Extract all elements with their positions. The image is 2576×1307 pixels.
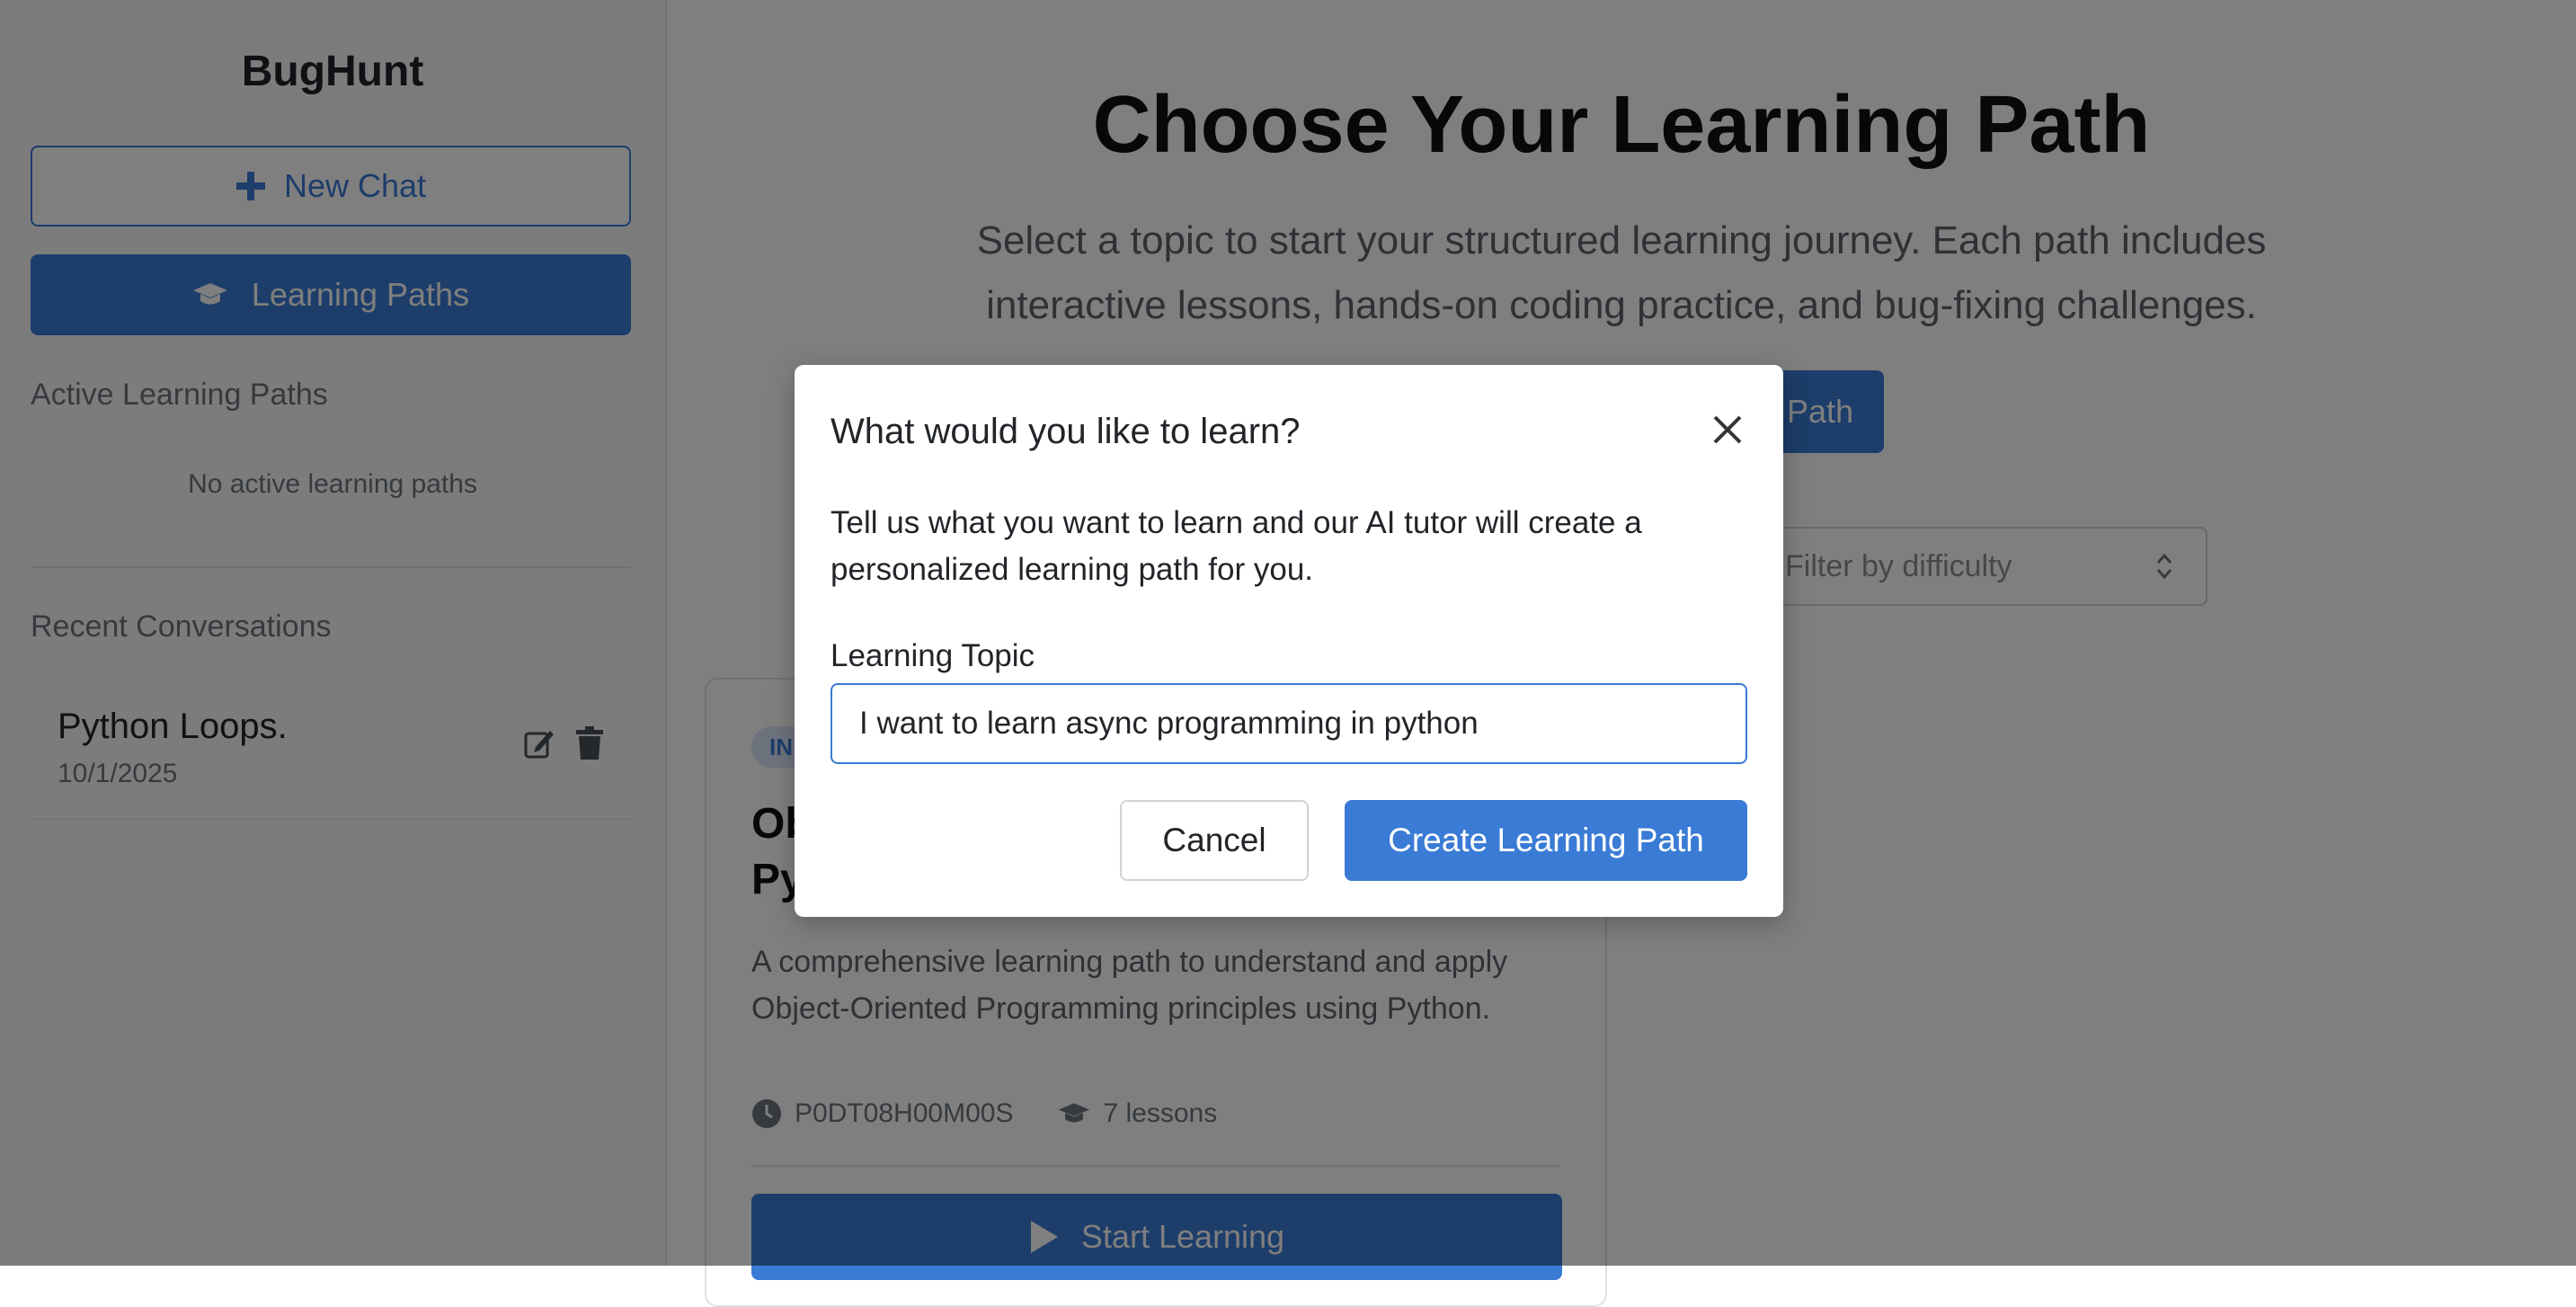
modal-description: Tell us what you want to learn and our A…	[831, 505, 1642, 587]
modal-title: What would you like to learn?	[831, 412, 1301, 451]
create-learning-path-button[interactable]: Create Learning Path	[1345, 800, 1747, 881]
cancel-button[interactable]: Cancel	[1120, 800, 1309, 881]
learn-topic-modal: What would you like to learn? Tell us wh…	[795, 365, 1783, 917]
create-learning-path-label: Create Learning Path	[1388, 822, 1704, 858]
close-icon[interactable]	[1708, 410, 1747, 449]
learning-topic-label: Learning Topic	[831, 638, 1035, 673]
cancel-button-label: Cancel	[1162, 822, 1266, 858]
learning-topic-input[interactable]	[831, 683, 1747, 764]
